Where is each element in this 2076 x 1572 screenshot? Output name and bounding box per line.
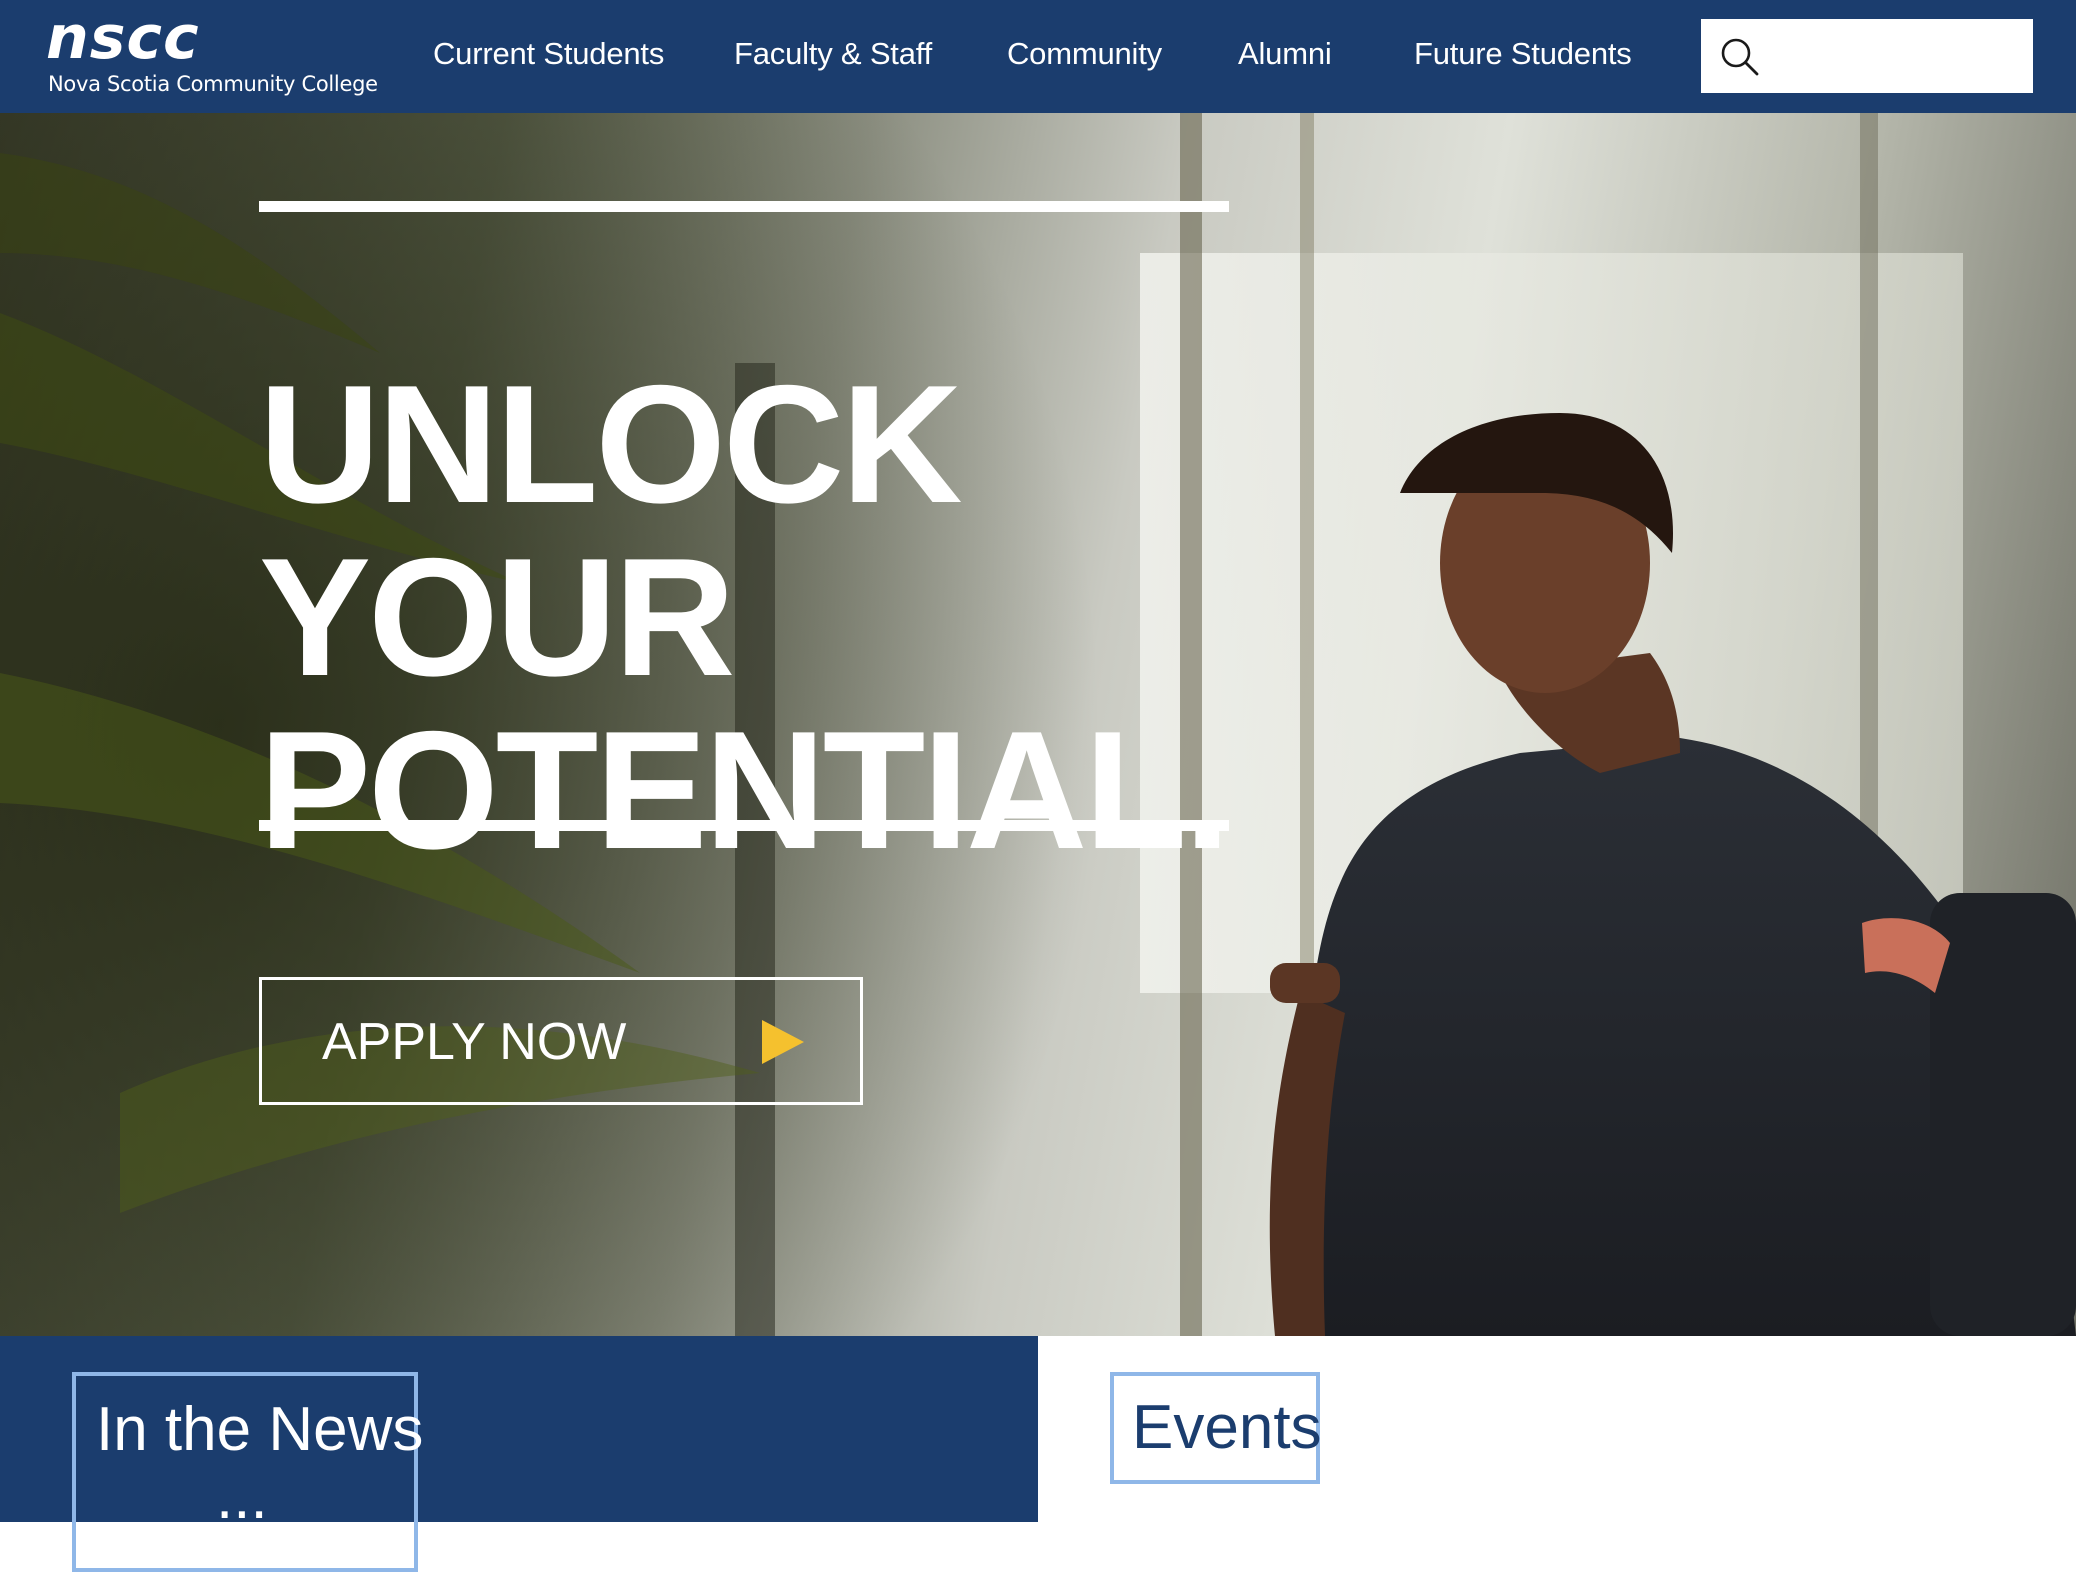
headline-line-1: UNLOCK: [259, 349, 963, 538]
news-title: In the News: [96, 1395, 424, 1464]
nav-faculty-staff[interactable]: Faculty & Staff: [734, 34, 932, 74]
hero-headline: UNLOCK YOUR POTENTIAL.: [259, 349, 1239, 884]
nav-current-students[interactable]: Current Students: [433, 34, 664, 74]
nav-community[interactable]: Community: [1007, 34, 1162, 74]
nav-future-students[interactable]: Future Students: [1414, 34, 1632, 74]
headline-line-3: POTENTIAL.: [259, 695, 1231, 884]
search-icon[interactable]: [1719, 36, 1761, 78]
events-heading-box[interactable]: Events: [1110, 1372, 1322, 1484]
headline-line-2: YOUR: [259, 522, 735, 711]
nav-alumni[interactable]: Alumni: [1238, 34, 1332, 74]
apply-now-button[interactable]: APPLY NOW: [259, 977, 863, 1105]
news-more: ...: [216, 1463, 268, 1532]
site-header: nscc Nova Scotia Community College Curre…: [0, 0, 2076, 113]
apply-now-label: APPLY NOW: [322, 1013, 627, 1071]
main-nav: Current Students Faculty & Staff Communi…: [0, 0, 1680, 113]
events-title: Events: [1132, 1393, 1322, 1462]
headline-bottom-rule: [259, 820, 1229, 831]
search-box[interactable]: [1701, 19, 2033, 93]
news-heading-box[interactable]: In the News ...: [72, 1372, 423, 1572]
news-section: In the News ...: [0, 1336, 1038, 1572]
play-arrow-icon: [762, 1020, 804, 1064]
headline-top-rule: [259, 201, 1229, 212]
hero-banner: UNLOCK YOUR POTENTIAL. APPLY NOW: [0, 113, 2076, 1336]
events-section: Events: [1038, 1336, 2076, 1522]
search-input[interactable]: [1773, 31, 2027, 83]
